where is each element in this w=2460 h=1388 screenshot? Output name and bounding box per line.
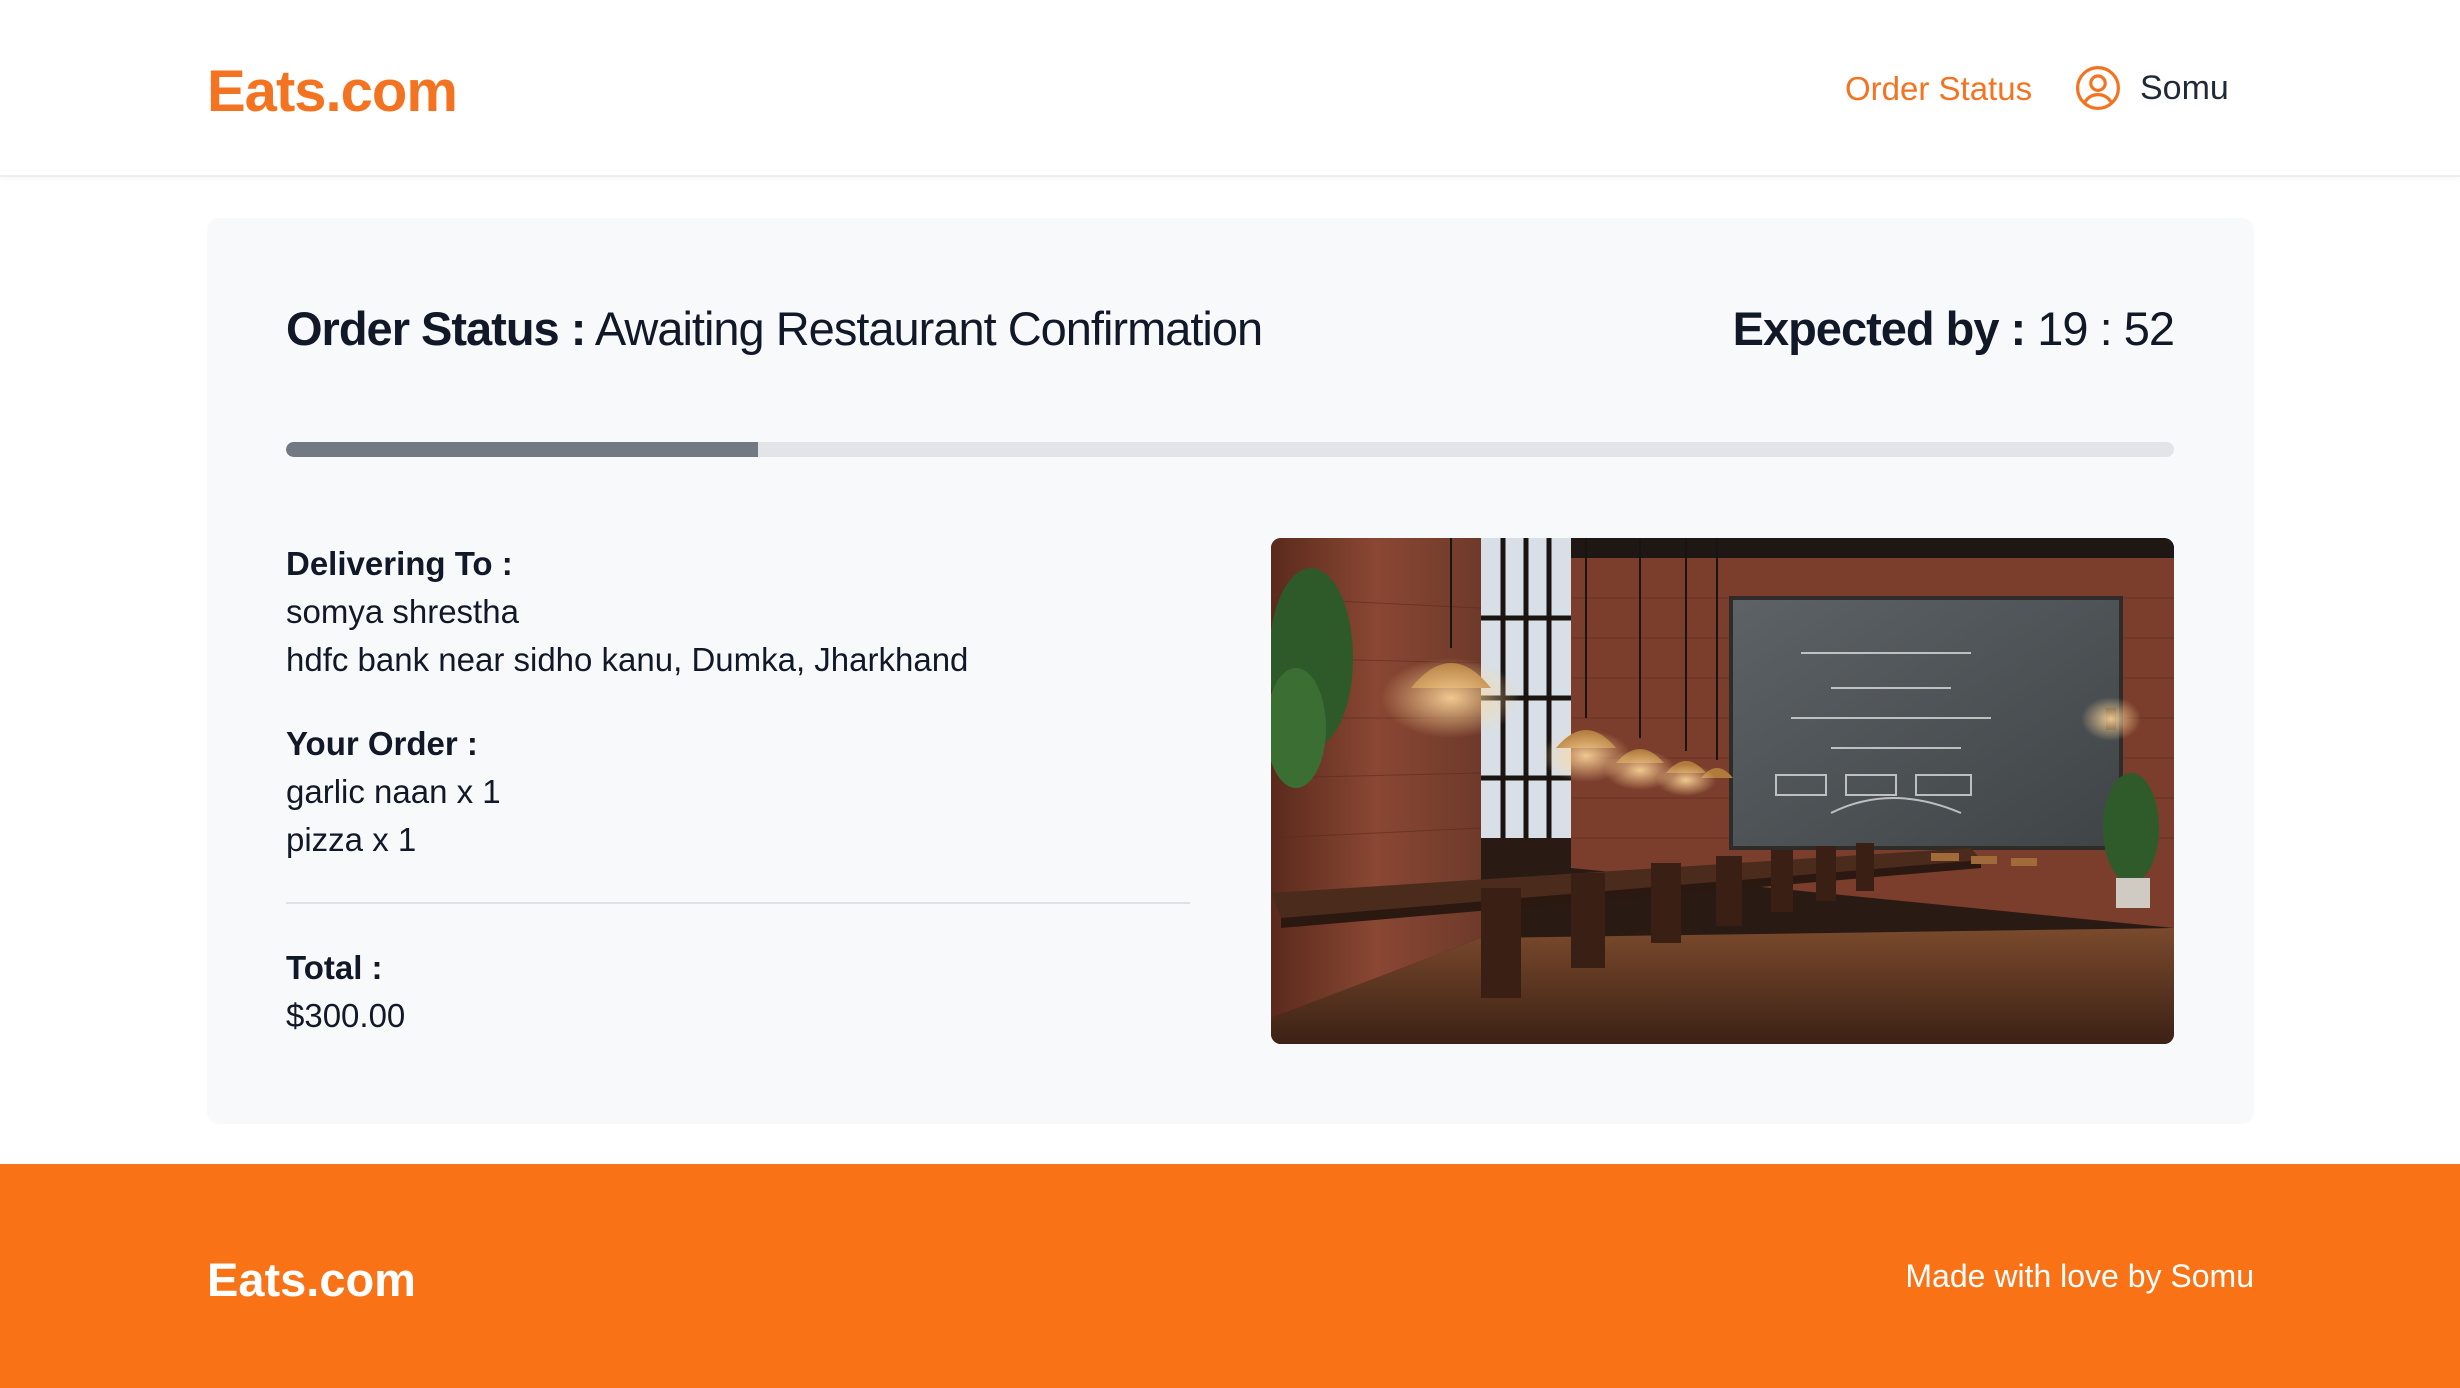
order-progress-bar	[286, 442, 2174, 457]
divider	[286, 902, 1190, 904]
order-item: garlic naan x 1	[286, 773, 501, 810]
total-value: $300.00	[286, 997, 406, 1034]
user-circle-icon	[2076, 66, 2120, 110]
restaurant-image	[1271, 538, 2174, 1044]
restaurant-interior-illustration	[1271, 538, 2174, 1044]
site-footer: Eats.com Made with love by Somu	[0, 1164, 2460, 1388]
order-details: Delivering To : somya shrestha hdfc bank…	[286, 540, 1190, 1040]
expected-time: Expected by : 19 : 52	[1732, 301, 2175, 356]
order-progress-fill	[286, 442, 758, 457]
total-label: Total :	[286, 949, 383, 986]
footer-logo[interactable]: Eats.com	[207, 1252, 416, 1307]
order-status-card: Order Status : Awaiting Restaurant Confi…	[207, 218, 2254, 1124]
order-item: pizza x 1	[286, 821, 417, 858]
nav-order-status-link[interactable]: Order Status	[1845, 70, 2032, 108]
expected-value: 19 : 52	[2037, 302, 2175, 355]
recipient-address: hdfc bank near sidho kanu, Dumka, Jharkh…	[286, 641, 969, 678]
site-logo[interactable]: Eats.com	[207, 58, 458, 125]
order-status-heading: Order Status : Awaiting Restaurant Confi…	[286, 301, 1263, 356]
site-header: Eats.com Order Status Somu	[0, 0, 2460, 177]
user-name: Somu	[2140, 68, 2229, 107]
expected-label: Expected by :	[1732, 302, 2027, 355]
user-menu[interactable]: Somu	[2074, 62, 2229, 114]
recipient-name: somya shrestha	[286, 593, 519, 630]
footer-credit: Made with love by Somu	[1905, 1258, 2254, 1294]
your-order-label: Your Order :	[286, 725, 478, 762]
order-status-label: Order Status :	[286, 302, 586, 355]
status-row: Order Status : Awaiting Restaurant Confi…	[286, 301, 2175, 356]
delivering-to-label: Delivering To :	[286, 545, 513, 582]
order-status-value: Awaiting Restaurant Confirmation	[594, 302, 1263, 355]
